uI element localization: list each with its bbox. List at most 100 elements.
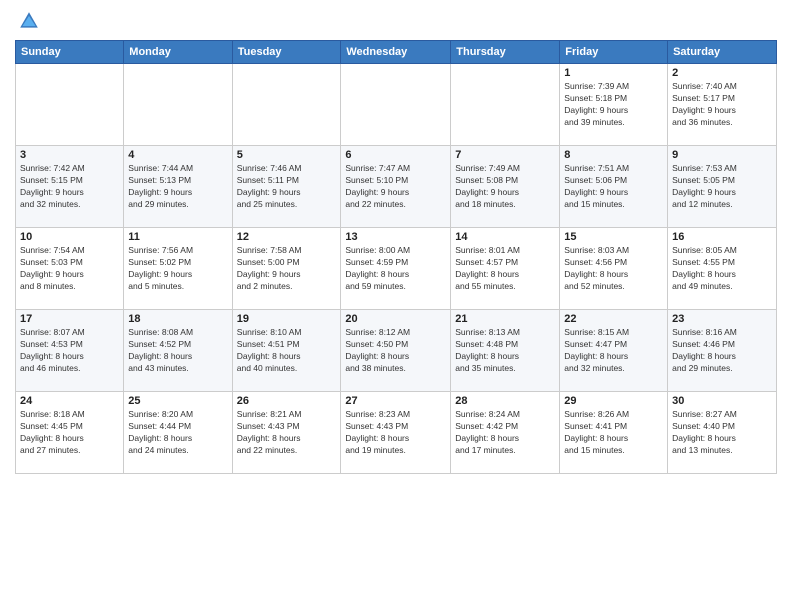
day-number: 26 bbox=[237, 395, 337, 407]
logo-icon bbox=[18, 10, 40, 32]
calendar-cell: 10 Sunrise: 7:54 AM Sunset: 5:03 PM Dayli… bbox=[16, 228, 124, 310]
day-info: Sunrise: 8:20 AM Sunset: 4:44 PM Dayligh… bbox=[128, 409, 227, 457]
day-number: 14 bbox=[455, 231, 555, 243]
day-info: Sunrise: 7:49 AM Sunset: 5:08 PM Dayligh… bbox=[455, 163, 555, 211]
day-number: 20 bbox=[345, 313, 446, 325]
day-number: 8 bbox=[564, 149, 663, 161]
calendar-cell: 7 Sunrise: 7:49 AM Sunset: 5:08 PM Daylig… bbox=[451, 146, 560, 228]
day-info: Sunrise: 7:42 AM Sunset: 5:15 PM Dayligh… bbox=[20, 163, 119, 211]
calendar-cell bbox=[124, 64, 232, 146]
day-number: 1 bbox=[564, 67, 663, 79]
day-number: 25 bbox=[128, 395, 227, 407]
calendar-cell: 19 Sunrise: 8:10 AM Sunset: 4:51 PM Dayli… bbox=[232, 310, 341, 392]
day-info: Sunrise: 7:40 AM Sunset: 5:17 PM Dayligh… bbox=[672, 81, 772, 129]
calendar-cell: 26 Sunrise: 8:21 AM Sunset: 4:43 PM Dayli… bbox=[232, 392, 341, 474]
day-info: Sunrise: 8:27 AM Sunset: 4:40 PM Dayligh… bbox=[672, 409, 772, 457]
calendar-cell: 5 Sunrise: 7:46 AM Sunset: 5:11 PM Daylig… bbox=[232, 146, 341, 228]
day-info: Sunrise: 7:53 AM Sunset: 5:05 PM Dayligh… bbox=[672, 163, 772, 211]
weekday-header-friday: Friday bbox=[560, 41, 668, 64]
calendar-cell bbox=[16, 64, 124, 146]
day-info: Sunrise: 8:26 AM Sunset: 4:41 PM Dayligh… bbox=[564, 409, 663, 457]
calendar-week-row: 3 Sunrise: 7:42 AM Sunset: 5:15 PM Daylig… bbox=[16, 146, 777, 228]
day-number: 21 bbox=[455, 313, 555, 325]
day-info: Sunrise: 8:05 AM Sunset: 4:55 PM Dayligh… bbox=[672, 245, 772, 293]
day-info: Sunrise: 7:58 AM Sunset: 5:00 PM Dayligh… bbox=[237, 245, 337, 293]
calendar-cell: 12 Sunrise: 7:58 AM Sunset: 5:00 PM Dayli… bbox=[232, 228, 341, 310]
day-number: 2 bbox=[672, 67, 772, 79]
calendar-cell: 27 Sunrise: 8:23 AM Sunset: 4:43 PM Dayli… bbox=[341, 392, 451, 474]
weekday-header-monday: Monday bbox=[124, 41, 232, 64]
header bbox=[15, 10, 777, 32]
day-info: Sunrise: 8:01 AM Sunset: 4:57 PM Dayligh… bbox=[455, 245, 555, 293]
calendar-table: SundayMondayTuesdayWednesdayThursdayFrid… bbox=[15, 40, 777, 474]
day-info: Sunrise: 7:47 AM Sunset: 5:10 PM Dayligh… bbox=[345, 163, 446, 211]
calendar-week-row: 17 Sunrise: 8:07 AM Sunset: 4:53 PM Dayli… bbox=[16, 310, 777, 392]
day-number: 19 bbox=[237, 313, 337, 325]
calendar-cell: 16Sunrise: 8:05 AM Sunset: 4:55 PM Dayli… bbox=[668, 228, 777, 310]
calendar-cell: 24 Sunrise: 8:18 AM Sunset: 4:45 PM Dayli… bbox=[16, 392, 124, 474]
day-number: 4 bbox=[128, 149, 227, 161]
day-info: Sunrise: 7:56 AM Sunset: 5:02 PM Dayligh… bbox=[128, 245, 227, 293]
day-number: 11 bbox=[128, 231, 227, 243]
day-info: Sunrise: 8:13 AM Sunset: 4:48 PM Dayligh… bbox=[455, 327, 555, 375]
day-number: 10 bbox=[20, 231, 119, 243]
calendar-cell: 11 Sunrise: 7:56 AM Sunset: 5:02 PM Dayli… bbox=[124, 228, 232, 310]
calendar-cell bbox=[341, 64, 451, 146]
day-number: 6 bbox=[345, 149, 446, 161]
calendar-cell: 30 Sunrise: 8:27 AM Sunset: 4:40 PM Dayli… bbox=[668, 392, 777, 474]
day-info: Sunrise: 8:08 AM Sunset: 4:52 PM Dayligh… bbox=[128, 327, 227, 375]
calendar-cell: 1 Sunrise: 7:39 AM Sunset: 5:18 PM Daylig… bbox=[560, 64, 668, 146]
calendar-cell: 4Sunrise: 7:44 AM Sunset: 5:13 PM Daylig… bbox=[124, 146, 232, 228]
calendar-cell: 20 Sunrise: 8:12 AM Sunset: 4:50 PM Dayli… bbox=[341, 310, 451, 392]
day-number: 9 bbox=[672, 149, 772, 161]
day-info: Sunrise: 8:18 AM Sunset: 4:45 PM Dayligh… bbox=[20, 409, 119, 457]
day-number: 3 bbox=[20, 149, 119, 161]
weekday-header-row: SundayMondayTuesdayWednesdayThursdayFrid… bbox=[16, 41, 777, 64]
day-number: 12 bbox=[237, 231, 337, 243]
day-info: Sunrise: 8:23 AM Sunset: 4:43 PM Dayligh… bbox=[345, 409, 446, 457]
calendar-cell: 6 Sunrise: 7:47 AM Sunset: 5:10 PM Daylig… bbox=[341, 146, 451, 228]
day-info: Sunrise: 7:39 AM Sunset: 5:18 PM Dayligh… bbox=[564, 81, 663, 129]
calendar-cell: 13 Sunrise: 8:00 AM Sunset: 4:59 PM Dayli… bbox=[341, 228, 451, 310]
day-info: Sunrise: 8:07 AM Sunset: 4:53 PM Dayligh… bbox=[20, 327, 119, 375]
day-info: Sunrise: 8:10 AM Sunset: 4:51 PM Dayligh… bbox=[237, 327, 337, 375]
weekday-header-sunday: Sunday bbox=[16, 41, 124, 64]
calendar-cell: 3 Sunrise: 7:42 AM Sunset: 5:15 PM Daylig… bbox=[16, 146, 124, 228]
calendar-week-row: 1 Sunrise: 7:39 AM Sunset: 5:18 PM Daylig… bbox=[16, 64, 777, 146]
weekday-header-wednesday: Wednesday bbox=[341, 41, 451, 64]
calendar-cell: 2 Sunrise: 7:40 AM Sunset: 5:17 PM Daylig… bbox=[668, 64, 777, 146]
weekday-header-saturday: Saturday bbox=[668, 41, 777, 64]
calendar-cell: 17 Sunrise: 8:07 AM Sunset: 4:53 PM Dayli… bbox=[16, 310, 124, 392]
day-number: 17 bbox=[20, 313, 119, 325]
day-number: 28 bbox=[455, 395, 555, 407]
calendar-cell: 22Sunrise: 8:15 AM Sunset: 4:47 PM Dayli… bbox=[560, 310, 668, 392]
page: SundayMondayTuesdayWednesdayThursdayFrid… bbox=[0, 0, 792, 612]
day-info: Sunrise: 8:21 AM Sunset: 4:43 PM Dayligh… bbox=[237, 409, 337, 457]
day-info: Sunrise: 7:54 AM Sunset: 5:03 PM Dayligh… bbox=[20, 245, 119, 293]
day-info: Sunrise: 7:46 AM Sunset: 5:11 PM Dayligh… bbox=[237, 163, 337, 211]
day-number: 24 bbox=[20, 395, 119, 407]
weekday-header-thursday: Thursday bbox=[451, 41, 560, 64]
logo bbox=[15, 10, 42, 32]
day-number: 27 bbox=[345, 395, 446, 407]
day-number: 18 bbox=[128, 313, 227, 325]
calendar-cell: 23Sunrise: 8:16 AM Sunset: 4:46 PM Dayli… bbox=[668, 310, 777, 392]
day-number: 30 bbox=[672, 395, 772, 407]
day-number: 15 bbox=[564, 231, 663, 243]
day-number: 7 bbox=[455, 149, 555, 161]
calendar-week-row: 10 Sunrise: 7:54 AM Sunset: 5:03 PM Dayli… bbox=[16, 228, 777, 310]
day-info: Sunrise: 8:16 AM Sunset: 4:46 PM Dayligh… bbox=[672, 327, 772, 375]
day-info: Sunrise: 7:51 AM Sunset: 5:06 PM Dayligh… bbox=[564, 163, 663, 211]
day-info: Sunrise: 8:03 AM Sunset: 4:56 PM Dayligh… bbox=[564, 245, 663, 293]
calendar-cell: 29 Sunrise: 8:26 AM Sunset: 4:41 PM Dayli… bbox=[560, 392, 668, 474]
calendar-cell: 14 Sunrise: 8:01 AM Sunset: 4:57 PM Dayli… bbox=[451, 228, 560, 310]
calendar-cell bbox=[232, 64, 341, 146]
day-info: Sunrise: 8:12 AM Sunset: 4:50 PM Dayligh… bbox=[345, 327, 446, 375]
calendar-week-row: 24 Sunrise: 8:18 AM Sunset: 4:45 PM Dayli… bbox=[16, 392, 777, 474]
day-number: 5 bbox=[237, 149, 337, 161]
day-number: 13 bbox=[345, 231, 446, 243]
day-number: 22 bbox=[564, 313, 663, 325]
day-number: 29 bbox=[564, 395, 663, 407]
day-info: Sunrise: 8:00 AM Sunset: 4:59 PM Dayligh… bbox=[345, 245, 446, 293]
calendar-cell: 9 Sunrise: 7:53 AM Sunset: 5:05 PM Daylig… bbox=[668, 146, 777, 228]
